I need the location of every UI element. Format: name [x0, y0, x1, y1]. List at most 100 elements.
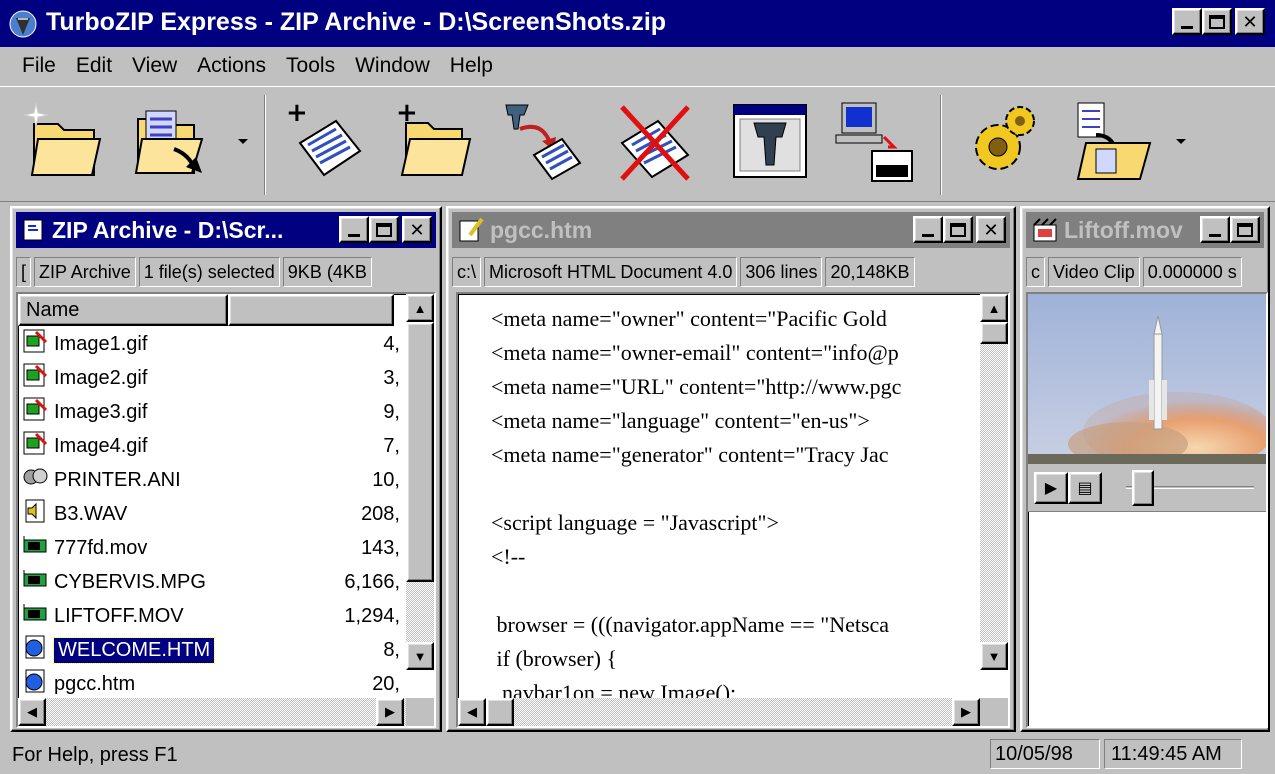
close-button[interactable]: ✕ — [1235, 8, 1265, 35]
file-size: 9, — [383, 400, 400, 423]
source-line: <script language = "Javascript"> — [491, 510, 779, 535]
html-horizontal-scrollbar[interactable]: ◀ ▶ — [458, 698, 980, 726]
zip-vertical-scrollbar[interactable]: ▲ ▼ — [406, 294, 434, 670]
file-name: Image4.gif — [54, 434, 148, 457]
file-row[interactable]: CYBERVIS.MPG 6,166, — [22, 566, 406, 598]
column-header-name[interactable]: Name — [18, 294, 228, 326]
new-archive-icon[interactable] — [24, 99, 110, 185]
file-row[interactable]: WELCOME.HTM 8, — [22, 634, 406, 666]
movie-maximize-button[interactable] — [1230, 216, 1260, 243]
zip-status-type: ZIP Archive — [34, 257, 136, 287]
size-grip[interactable] — [406, 698, 434, 726]
movie-player: ▶ ▤ — [1026, 292, 1268, 728]
menu-window[interactable]: Window — [345, 54, 440, 78]
zip-horizontal-scrollbar[interactable]: ◀ ▶ — [18, 698, 406, 726]
html-scroll-left-button[interactable]: ◀ — [458, 698, 486, 726]
zip-file-list[interactable]: Name Image1.gif 4, Image2.gif 3, Image3.gif 9… — [16, 292, 436, 728]
clip-info-button[interactable]: ▤ — [1068, 472, 1102, 504]
seek-slider-thumb[interactable] — [1132, 470, 1154, 506]
source-line: browser = (((navigator.appName == "Netsc… — [491, 612, 890, 637]
open-archive-icon[interactable] — [130, 99, 216, 185]
source-line: <meta name="owner-email" content="info@p — [491, 340, 899, 365]
video-icon — [22, 600, 48, 632]
file-row[interactable]: B3.WAV 208, — [22, 498, 406, 530]
scroll-up-button[interactable]: ▲ — [406, 294, 434, 322]
menu-file[interactable]: File — [0, 54, 66, 78]
html-minimize-button[interactable] — [913, 216, 943, 243]
html-window-title-bar[interactable]: pgcc.htm ✕ — [452, 212, 1010, 248]
html-icon — [22, 668, 48, 700]
file-size: 143, — [361, 536, 400, 559]
html-vertical-scrollbar[interactable]: ▲ ▼ — [980, 294, 1008, 670]
file-size: 4, — [383, 332, 400, 355]
file-size: 10, — [372, 468, 400, 491]
maximize-button[interactable] — [1202, 8, 1232, 35]
html-scroll-down-button[interactable]: ▼ — [980, 642, 1008, 670]
html-size-grip[interactable] — [980, 698, 1008, 726]
movie-minimize-button[interactable] — [1200, 216, 1230, 243]
install-icon[interactable] — [728, 99, 814, 185]
html-scroll-thumb[interactable] — [980, 322, 1008, 344]
file-row[interactable]: PRINTER.ANI 10, — [22, 464, 406, 496]
html-status-path: c:\ — [452, 257, 482, 287]
file-size: 3, — [383, 366, 400, 389]
file-name: LIFTOFF.MOV — [54, 604, 184, 627]
file-row[interactable]: Image2.gif 3, — [22, 362, 406, 394]
html-maximize-button[interactable] — [943, 216, 973, 243]
file-row[interactable]: Image1.gif 4, — [22, 328, 406, 360]
movie-status-row: c Video Clip 0.000000 s — [1026, 257, 1264, 287]
html-scroll-up-button[interactable]: ▲ — [980, 294, 1008, 322]
add-folder-icon[interactable]: + — [392, 99, 478, 185]
toolbar: + + — [0, 86, 1275, 202]
scroll-left-button[interactable]: ◀ — [18, 698, 46, 726]
file-name: pgcc.htm — [54, 672, 136, 695]
turbozip-app-icon — [9, 10, 37, 38]
zip-close-button[interactable]: ✕ — [402, 216, 432, 243]
html-hscroll-thumb[interactable] — [486, 698, 514, 726]
source-line: <!-- — [491, 544, 526, 569]
zip-minimize-button[interactable] — [339, 216, 369, 243]
zip-archive-window: ZIP Archive - D:\Scr... ✕ [ ZIP Archive … — [10, 206, 442, 732]
minimize-button[interactable] — [1172, 8, 1202, 35]
menu-actions[interactable]: Actions — [187, 54, 276, 78]
move-to-folder-icon[interactable] — [1066, 99, 1152, 185]
play-button[interactable]: ▶ — [1034, 472, 1068, 504]
scroll-down-button[interactable]: ▼ — [406, 642, 434, 670]
file-size: 1,294, — [344, 604, 400, 627]
html-scroll-right-button[interactable]: ▶ — [952, 698, 980, 726]
html-close-button[interactable]: ✕ — [976, 216, 1006, 243]
file-row[interactable]: 777fd.mov 143, — [22, 532, 406, 564]
gif-icon — [22, 396, 48, 428]
html-icon — [22, 634, 48, 666]
gif-icon — [22, 328, 48, 360]
html-source-view[interactable]: <meta name="owner" content="Pacific Gold… — [456, 292, 1010, 728]
menu-tools[interactable]: Tools — [276, 54, 345, 78]
video-icon — [22, 566, 48, 598]
file-row[interactable]: LIFTOFF.MOV 1,294, — [22, 600, 406, 632]
file-row[interactable]: Image3.gif 9, — [22, 396, 406, 428]
delete-icon[interactable] — [612, 99, 698, 185]
column-header-size[interactable] — [228, 294, 394, 326]
checkout-icon[interactable] — [832, 99, 918, 185]
options-icon[interactable] — [962, 99, 1048, 185]
zip-window-title-bar[interactable]: ZIP Archive - D:\Scr... ✕ — [16, 212, 436, 248]
app-title-bar[interactable]: TurboZIP Express - ZIP Archive - D:\Scre… — [0, 0, 1275, 47]
file-row[interactable]: pgcc.htm 20, — [22, 668, 406, 700]
ani-icon — [22, 464, 48, 496]
html-document-window: pgcc.htm ✕ c:\ Microsoft HTML Document 4… — [446, 206, 1016, 732]
menu-edit[interactable]: Edit — [66, 54, 122, 78]
menu-view[interactable]: View — [122, 54, 187, 78]
zip-maximize-button[interactable] — [369, 216, 399, 243]
html-status-lines: 306 lines — [740, 257, 823, 287]
menu-help[interactable]: Help — [440, 54, 503, 78]
file-name: B3.WAV — [54, 502, 128, 525]
scroll-thumb[interactable] — [406, 322, 434, 582]
zip-window-title: ZIP Archive - D:\Scr... — [52, 216, 284, 243]
svg-text:+: + — [286, 99, 308, 128]
scroll-right-button[interactable]: ▶ — [376, 698, 404, 726]
movie-window-title-bar[interactable]: Liftoff.mov — [1026, 212, 1264, 248]
file-name: 777fd.mov — [54, 536, 148, 559]
extract-icon[interactable] — [498, 99, 584, 185]
file-row[interactable]: Image4.gif 7, — [22, 430, 406, 462]
add-files-icon[interactable]: + — [280, 99, 366, 185]
